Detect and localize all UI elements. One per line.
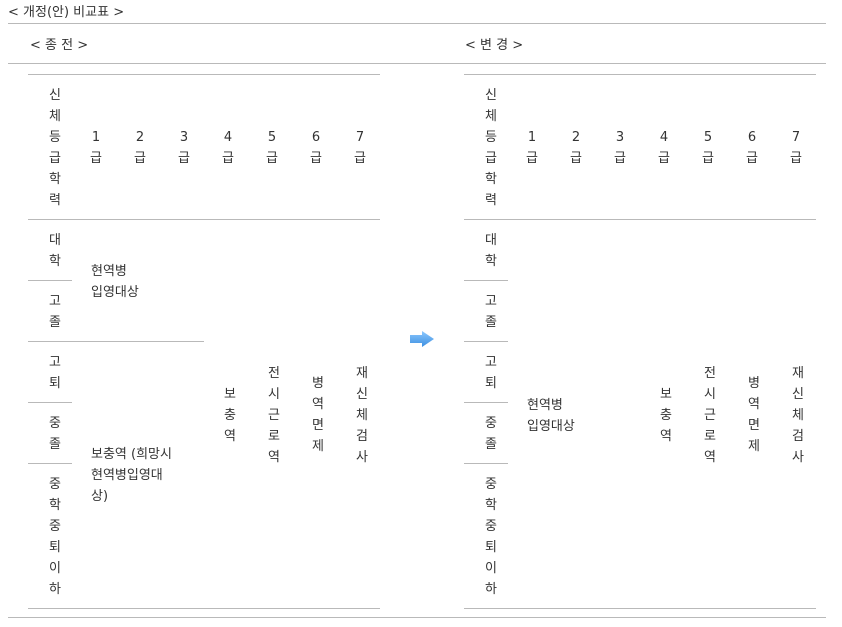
- grade-4-value: 보 충 역: [224, 387, 236, 444]
- education-label: 대 학: [49, 233, 61, 269]
- education-label: 중 학 중 퇴 이 하: [485, 477, 497, 597]
- table-top-line: [28, 74, 380, 75]
- row-divider: [28, 280, 72, 281]
- education-label: 고 퇴: [49, 355, 61, 391]
- row-divider: [464, 280, 508, 281]
- row-divider: [464, 463, 508, 464]
- grade-header: 6 급: [310, 130, 322, 166]
- corner-header: 신 체 등 급 학 력: [49, 88, 61, 208]
- education-label: 중 졸: [49, 416, 61, 452]
- header-bottom-line: [464, 219, 816, 220]
- grade-header: 3 급: [614, 130, 626, 166]
- grade-header: 2 급: [134, 130, 146, 166]
- heading-divider: [8, 63, 826, 64]
- grade-header: 3 급: [178, 130, 190, 166]
- grade-6-value: 병 역 면 제: [312, 376, 324, 454]
- grade-6-value: 병 역 면 제: [748, 376, 760, 454]
- grade-4-value: 보 충 역: [660, 387, 672, 444]
- header-bottom-line: [28, 219, 380, 220]
- active-duty-group: 현역병 입영대상: [91, 264, 139, 300]
- panel-heading: < 변 경 >: [465, 38, 524, 53]
- education-label: 중 졸: [485, 416, 497, 452]
- title-divider: [8, 23, 826, 24]
- group-divider: [28, 341, 204, 342]
- row-divider: [464, 341, 508, 342]
- grade-header: 7 급: [790, 130, 802, 166]
- grade-header: 1 급: [90, 130, 102, 166]
- row-divider: [28, 402, 72, 403]
- row-divider: [28, 463, 72, 464]
- table-bottom-line: [464, 608, 816, 609]
- grade-header: 4 급: [658, 130, 670, 166]
- grade-header: 5 급: [702, 130, 714, 166]
- arrow-right-icon: [410, 331, 434, 347]
- grade-7-value: 재 신 체 검 사: [792, 366, 804, 465]
- bottom-divider: [8, 617, 826, 618]
- grade-7-value: 재 신 체 검 사: [356, 366, 368, 465]
- education-label: 고 퇴: [485, 355, 497, 391]
- grade-header: 6 급: [746, 130, 758, 166]
- education-label: 고 졸: [485, 294, 497, 330]
- row-divider: [464, 402, 508, 403]
- active-duty-group: 현역병 입영대상: [527, 398, 575, 434]
- document-title: < 개정(안) 비교표 >: [8, 5, 125, 20]
- grade-header: 4 급: [222, 130, 234, 166]
- grade-header: 7 급: [354, 130, 366, 166]
- panel-heading: < 종 전 >: [30, 38, 89, 53]
- table-top-line: [464, 74, 816, 75]
- supplementary-service-group: 보충역 (희망시 현역병입영대 상): [91, 447, 172, 504]
- grade-header: 1 급: [526, 130, 538, 166]
- corner-header: 신 체 등 급 학 력: [485, 88, 497, 208]
- grade-header: 5 급: [266, 130, 278, 166]
- education-label: 대 학: [485, 233, 497, 269]
- education-label: 중 학 중 퇴 이 하: [49, 477, 61, 597]
- grade-header: 2 급: [570, 130, 582, 166]
- grade-5-value: 전 시 근 로 역: [268, 366, 280, 465]
- education-label: 고 졸: [49, 294, 61, 330]
- table-bottom-line: [28, 608, 380, 609]
- grade-5-value: 전 시 근 로 역: [704, 366, 716, 465]
